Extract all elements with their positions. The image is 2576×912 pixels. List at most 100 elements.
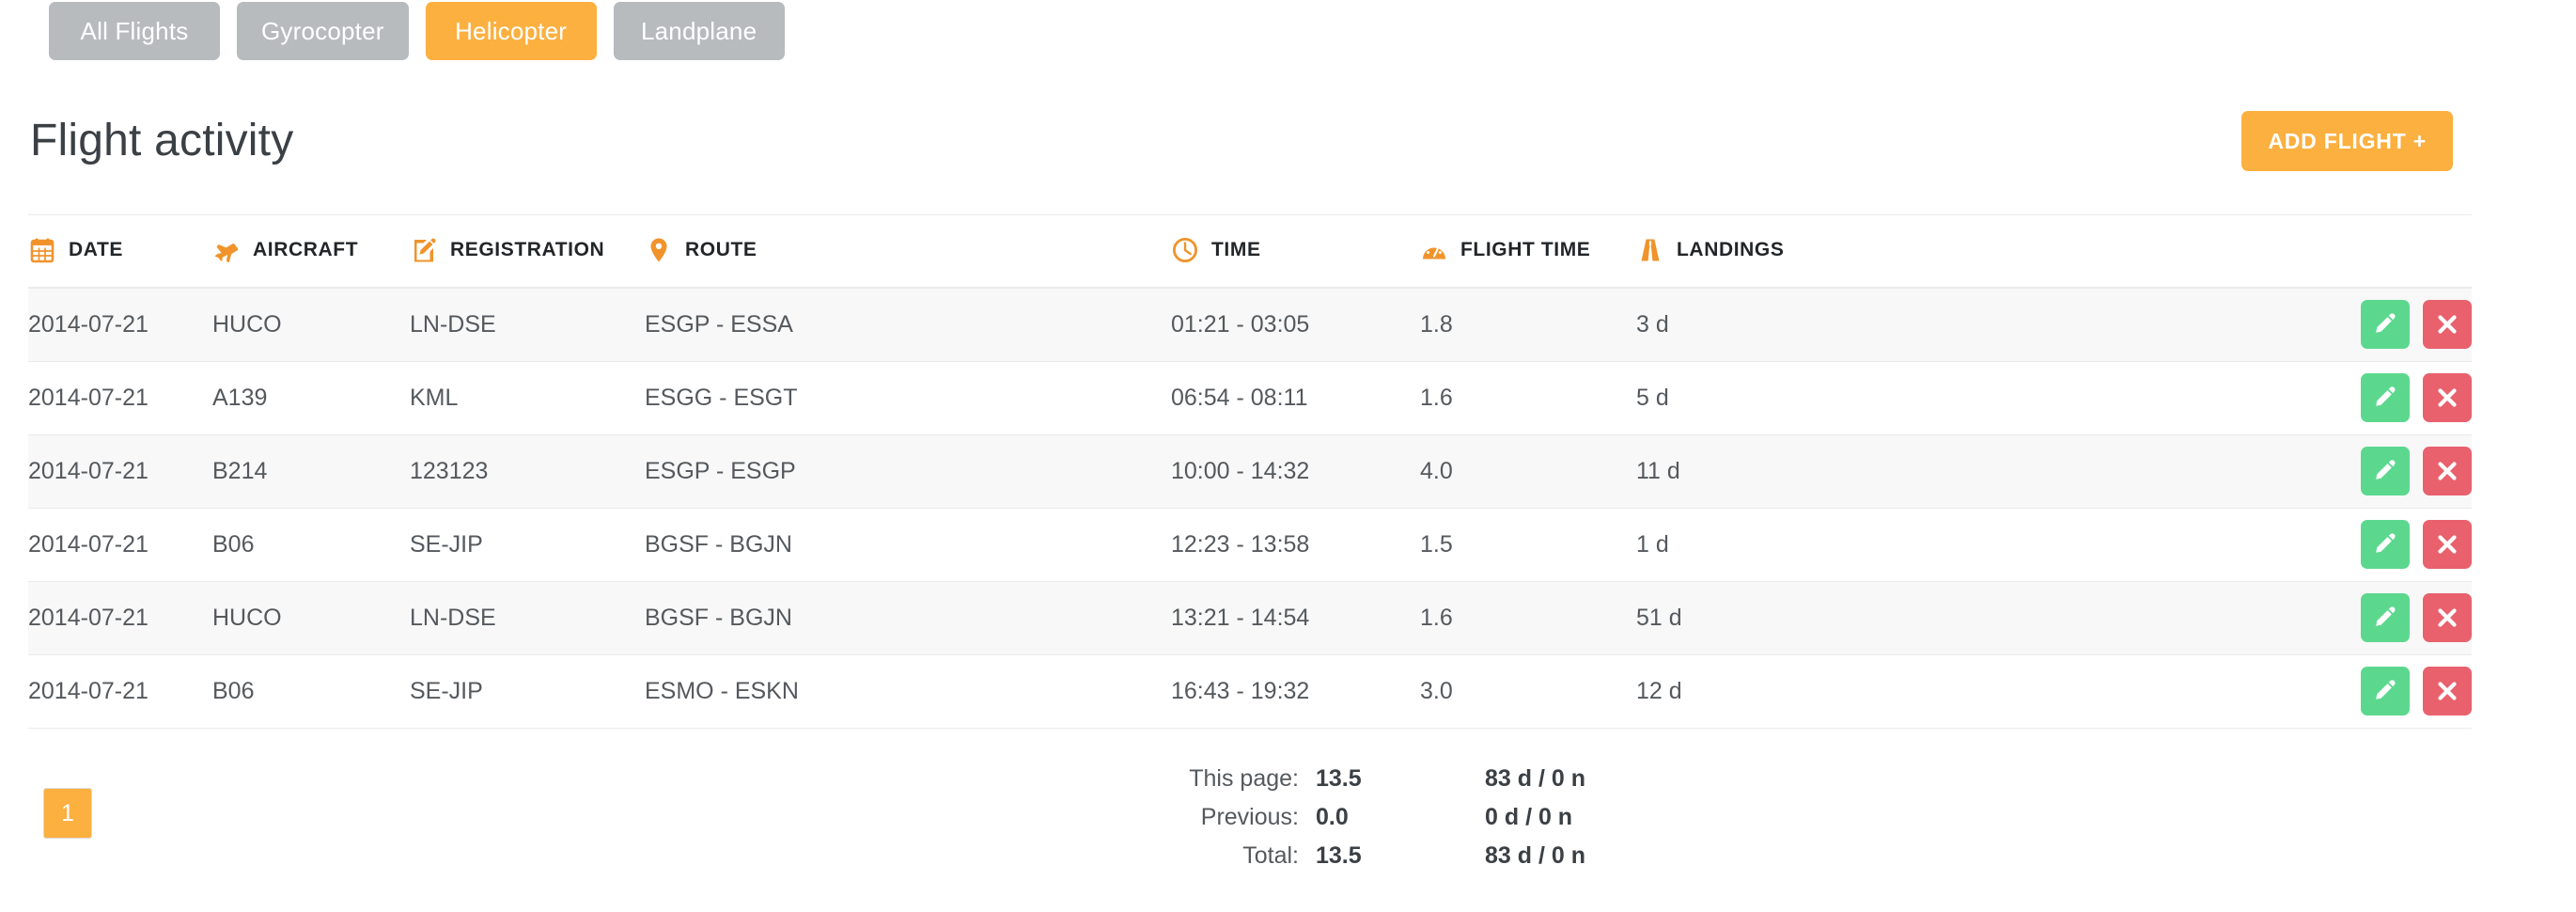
delete-flight-button[interactable]: [2423, 447, 2472, 495]
edit-flight-button[interactable]: [2361, 520, 2410, 569]
column-header-flight-time[interactable]: FLIGHT TIME: [1420, 214, 1636, 289]
totals-label-previous: Previous:: [1200, 804, 1299, 830]
tab-gyrocopter[interactable]: Gyrocopter: [237, 2, 409, 60]
cell-flight-time: 1.5: [1420, 508, 1636, 582]
pagination: 1: [43, 788, 92, 839]
cell-route: ESGP - ESSA: [645, 288, 1171, 362]
cell-date: 2014-07-21: [28, 361, 212, 435]
flight-activity-table: DATE AIRCRAFT REGISTRATION ROUTE TIME FL…: [28, 214, 2472, 729]
column-header-route[interactable]: ROUTE: [645, 214, 1171, 289]
clock-icon: [1171, 236, 1199, 264]
cell-route: ESMO - ESKN: [645, 654, 1171, 729]
runway-icon: [1636, 236, 1664, 264]
column-header-landings[interactable]: LANDINGS: [1636, 214, 2106, 289]
airplane-icon: [212, 236, 241, 264]
table-row[interactable]: 2014-07-21 HUCO LN-DSE BGSF - BGJN 13:21…: [28, 581, 2472, 655]
cell-aircraft: B06: [212, 508, 410, 582]
table-row[interactable]: 2014-07-21 B06 SE-JIP ESMO - ESKN 16:43 …: [28, 654, 2472, 729]
delete-flight-button[interactable]: [2423, 373, 2472, 422]
flight-activity-page: All Flights Gyrocopter Helicopter Landpl…: [0, 0, 2576, 912]
tab-all-flights[interactable]: All Flights: [49, 2, 220, 60]
edit-flight-button[interactable]: [2361, 593, 2410, 642]
cell-date: 2014-07-21: [28, 654, 212, 729]
cell-landings: 11 d: [1636, 434, 2106, 509]
totals-flight-time-previous: 0.0: [1316, 804, 1349, 830]
edit-flight-button[interactable]: [2361, 300, 2410, 350]
totals-flight-time-this-page: 13.5: [1316, 765, 1362, 792]
delete-flight-button[interactable]: [2423, 300, 2472, 350]
totals-landings-this-page: 83 d / 0 n: [1485, 765, 1585, 792]
cell-actions: [2106, 288, 2472, 362]
close-x-icon: [2436, 386, 2459, 409]
cell-registration: 123123: [410, 434, 645, 509]
column-header-actions: [2106, 214, 2472, 289]
table-row[interactable]: 2014-07-21 B214 123123 ESGP - ESGP 10:00…: [28, 434, 2472, 509]
cell-time: 01:21 - 03:05: [1171, 288, 1420, 362]
cell-aircraft: B214: [212, 434, 410, 509]
cell-flight-time: 4.0: [1420, 434, 1636, 509]
cell-date: 2014-07-21: [28, 434, 212, 509]
flight-activity-table-container: DATE AIRCRAFT REGISTRATION ROUTE TIME FL…: [28, 214, 2472, 729]
page-title: Flight activity: [30, 116, 294, 165]
cell-time: 12:23 - 13:58: [1171, 508, 1420, 582]
column-header-route-label: ROUTE: [685, 239, 757, 260]
cell-flight-time: 1.6: [1420, 581, 1636, 655]
cell-actions: [2106, 581, 2472, 655]
table-header: DATE AIRCRAFT REGISTRATION ROUTE TIME FL…: [28, 214, 2472, 289]
delete-flight-button[interactable]: [2423, 667, 2472, 715]
table-footer: 1 This page: 13.5 83 d / 0 n Previous: 0…: [28, 760, 2472, 891]
page-header: Flight activity ADD FLIGHT +: [28, 111, 2472, 171]
table-header-row: DATE AIRCRAFT REGISTRATION ROUTE TIME FL…: [28, 214, 2472, 289]
cell-aircraft: HUCO: [212, 581, 410, 655]
totals-flight-time-total: 13.5: [1316, 842, 1362, 869]
cell-flight-time: 1.8: [1420, 288, 1636, 362]
map-pin-icon: [645, 236, 673, 264]
column-header-date[interactable]: DATE: [28, 214, 212, 289]
pencil-icon: [2373, 605, 2397, 630]
column-header-landings-label: LANDINGS: [1677, 239, 1785, 260]
table-row[interactable]: 2014-07-21 A139 KML ESGG - ESGT 06:54 - …: [28, 361, 2472, 435]
pencil-icon: [2373, 679, 2397, 703]
column-header-flight-time-label: FLIGHT TIME: [1460, 239, 1591, 260]
close-x-icon: [2436, 680, 2459, 702]
totals-label-this-page: This page:: [1189, 765, 1299, 792]
close-x-icon: [2436, 533, 2459, 556]
edit-flight-button[interactable]: [2361, 447, 2410, 495]
totals-summary: This page: 13.5 83 d / 0 n Previous: 0.0…: [1090, 760, 1585, 875]
cell-landings: 3 d: [1636, 288, 2106, 362]
cell-time: 06:54 - 08:11: [1171, 361, 1420, 435]
cell-route: BGSF - BGJN: [645, 581, 1171, 655]
cell-landings: 12 d: [1636, 654, 2106, 729]
cell-actions: [2106, 654, 2472, 729]
tab-helicopter[interactable]: Helicopter: [425, 2, 597, 60]
close-x-icon: [2436, 606, 2459, 629]
table-body: 2014-07-21 HUCO LN-DSE ESGP - ESSA 01:21…: [28, 288, 2472, 729]
delete-flight-button[interactable]: [2423, 520, 2472, 569]
cell-date: 2014-07-21: [28, 508, 212, 582]
cell-registration: KML: [410, 361, 645, 435]
cell-flight-time: 1.6: [1420, 361, 1636, 435]
pencil-note-icon: [410, 236, 438, 264]
cell-actions: [2106, 434, 2472, 509]
cell-flight-time: 3.0: [1420, 654, 1636, 729]
add-flight-button[interactable]: ADD FLIGHT +: [2241, 111, 2453, 171]
table-row[interactable]: 2014-07-21 HUCO LN-DSE ESGP - ESSA 01:21…: [28, 288, 2472, 362]
column-header-registration-label: REGISTRATION: [450, 239, 605, 260]
column-header-registration[interactable]: REGISTRATION: [410, 214, 645, 289]
column-header-aircraft[interactable]: AIRCRAFT: [212, 214, 410, 289]
aircraft-type-tabs: All Flights Gyrocopter Helicopter Landpl…: [49, 2, 785, 60]
cell-aircraft: B06: [212, 654, 410, 729]
cell-landings: 1 d: [1636, 508, 2106, 582]
table-row[interactable]: 2014-07-21 B06 SE-JIP BGSF - BGJN 12:23 …: [28, 508, 2472, 582]
close-x-icon: [2436, 313, 2459, 336]
totals-label-total: Total:: [1242, 842, 1299, 869]
cell-time: 13:21 - 14:54: [1171, 581, 1420, 655]
delete-flight-button[interactable]: [2423, 593, 2472, 642]
pagination-page-1[interactable]: 1: [43, 788, 92, 839]
edit-flight-button[interactable]: [2361, 667, 2410, 715]
cell-route: ESGG - ESGT: [645, 361, 1171, 435]
edit-flight-button[interactable]: [2361, 373, 2410, 422]
column-header-time[interactable]: TIME: [1171, 214, 1420, 289]
cell-time: 16:43 - 19:32: [1171, 654, 1420, 729]
tab-landplane[interactable]: Landplane: [613, 2, 785, 60]
